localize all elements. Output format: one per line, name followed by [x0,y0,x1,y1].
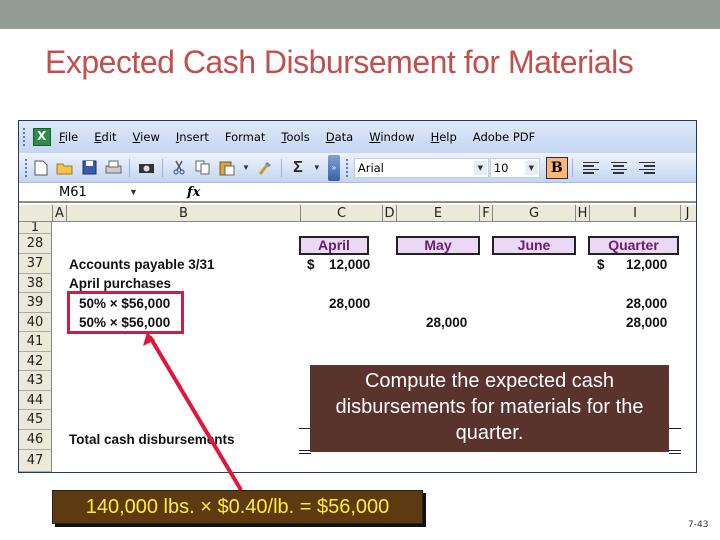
autosum-dropdown-arrow[interactable]: ▼ [313,163,321,172]
excel-window: File Edit View Insert Format Tools Data … [18,120,697,473]
menu-file[interactable]: File [59,130,78,144]
toolbar-separator [280,158,282,177]
column-header-h[interactable]: H [575,205,589,222]
header-cell-april[interactable]: April [299,236,369,255]
cell-quarter-accounts-payable[interactable]: 12,000 [626,257,667,272]
row-header-41[interactable]: 41 [19,332,52,352]
cell-april-purchases-label[interactable]: April purchases [69,276,171,291]
paste-icon[interactable] [216,157,238,179]
row-header-43[interactable]: 43 [19,371,52,391]
column-header-f[interactable]: F [479,205,492,222]
menu-view[interactable]: View [133,130,160,144]
menu-edit[interactable]: Edit [94,130,116,144]
align-left-icon[interactable] [582,161,599,174]
header-cell-may[interactable]: May [396,236,480,255]
menu-adobe-pdf[interactable]: Adobe PDF [473,130,535,144]
row-header-40[interactable]: 40 [19,313,52,332]
copy-icon[interactable] [192,157,214,179]
menu-window[interactable]: Window [369,130,414,144]
menu-format[interactable]: Format [225,130,266,144]
cell-total-cash-disbursements-label[interactable]: Total cash disbursements [69,432,235,447]
column-header-a[interactable]: A [52,205,66,222]
toolbar-options-chevron[interactable]: » [327,154,340,181]
header-cell-june[interactable]: June [492,236,576,255]
open-folder-icon[interactable] [54,157,76,179]
save-icon[interactable] [78,157,100,179]
column-headers: A B C D E F G H I J [19,205,696,222]
menu-data[interactable]: Data [326,130,353,144]
column-header-c[interactable]: C [300,205,382,222]
header-cell-quarter[interactable]: Quarter [588,236,679,255]
menu-tools[interactable]: Tools [281,130,309,144]
font-size-value: 10 [493,160,509,175]
cell-accounts-payable-label[interactable]: Accounts payable 3/31 [69,257,215,272]
column-header-b[interactable]: B [66,205,300,222]
cell-april-purchases-april[interactable]: 28,000 [329,296,370,311]
calculation-callout: 140,000 lbs. × $0.40/lb. = $56,000 [52,490,423,524]
slide-header-bar [0,0,720,29]
row-header-1[interactable]: 1 [19,222,52,234]
insert-function-icon[interactable]: fx [187,185,200,200]
column-header-j[interactable]: J [680,205,694,222]
chevron-down-icon[interactable]: ▼ [524,160,538,175]
row-header-38[interactable]: 38 [19,274,52,293]
toolbar-separator [162,158,163,177]
cell-april-accounts-payable[interactable]: 12,000 [329,257,370,272]
formula-input[interactable] [200,183,696,201]
formula-bar: M61 ▼ fx [19,183,696,203]
column-header-g[interactable]: G [492,205,575,222]
format-painter-icon[interactable] [254,157,276,179]
cell-april-purchases-may[interactable]: 28,000 [426,315,467,330]
cell-quarter-dollar-sign: $ [597,257,605,272]
name-box[interactable]: M61 [19,183,129,201]
chevron-down-icon[interactable]: ▼ [473,160,487,175]
instruction-callout: Compute the expected cash disbursements … [310,365,669,452]
row-header-45[interactable]: 45 [19,410,52,430]
toolbar-grip-handle[interactable] [25,158,29,177]
cut-icon[interactable] [168,157,190,179]
highlight-box [67,291,184,334]
font-name-value: Arial [357,160,384,175]
row-header-42[interactable]: 42 [19,352,52,371]
row-header-47[interactable]: 47 [19,450,52,472]
row-header-28[interactable]: 28 [19,234,52,254]
print-icon[interactable] [102,157,124,179]
camera-icon[interactable] [135,157,157,179]
autosum-button[interactable]: Σ [287,157,309,179]
cell-april-purchases-quarter-2[interactable]: 28,000 [626,315,667,330]
row-header-46[interactable]: 46 [19,430,52,450]
font-size-select[interactable]: 10 ▼ [489,157,540,178]
name-box-dropdown-icon[interactable]: ▼ [129,187,149,197]
menu-bar: File Edit View Insert Format Tools Data … [19,121,696,153]
total-underline-double-right [669,450,681,454]
column-header-i[interactable]: I [589,205,680,222]
standard-toolbar: ▼ Σ ▼ » Arial ▼ 10 ▼ B [19,153,696,183]
paste-dropdown-arrow[interactable]: ▼ [242,163,250,172]
align-center-icon[interactable] [610,161,627,174]
column-header-d[interactable]: D [382,205,396,222]
row-header-39[interactable]: 39 [19,293,52,313]
bold-button[interactable]: B [545,156,568,179]
toolbar-separator [571,158,573,177]
toolbar-separator [129,158,130,177]
cell-april-dollar-sign: $ [307,257,315,272]
row-header-44[interactable]: 44 [19,391,52,410]
font-name-select[interactable]: Arial ▼ [353,157,489,178]
page-number: 7-43 [688,520,709,530]
row-header-37[interactable]: 37 [19,254,52,274]
menu-insert[interactable]: Insert [176,130,209,144]
formatting-toolbar-grip[interactable] [345,158,350,177]
new-document-icon[interactable] [30,157,52,179]
menu-help[interactable]: Help [431,130,457,144]
align-right-icon[interactable] [638,161,655,174]
excel-app-icon[interactable] [33,128,51,146]
menu-grip-handle[interactable] [23,128,27,146]
slide-title: Expected Cash Disbursement for Materials [45,44,634,80]
column-header-e[interactable]: E [396,205,479,222]
total-underline-single-right [669,428,681,429]
select-all-corner[interactable] [19,205,52,222]
cell-april-purchases-quarter-1[interactable]: 28,000 [626,296,667,311]
